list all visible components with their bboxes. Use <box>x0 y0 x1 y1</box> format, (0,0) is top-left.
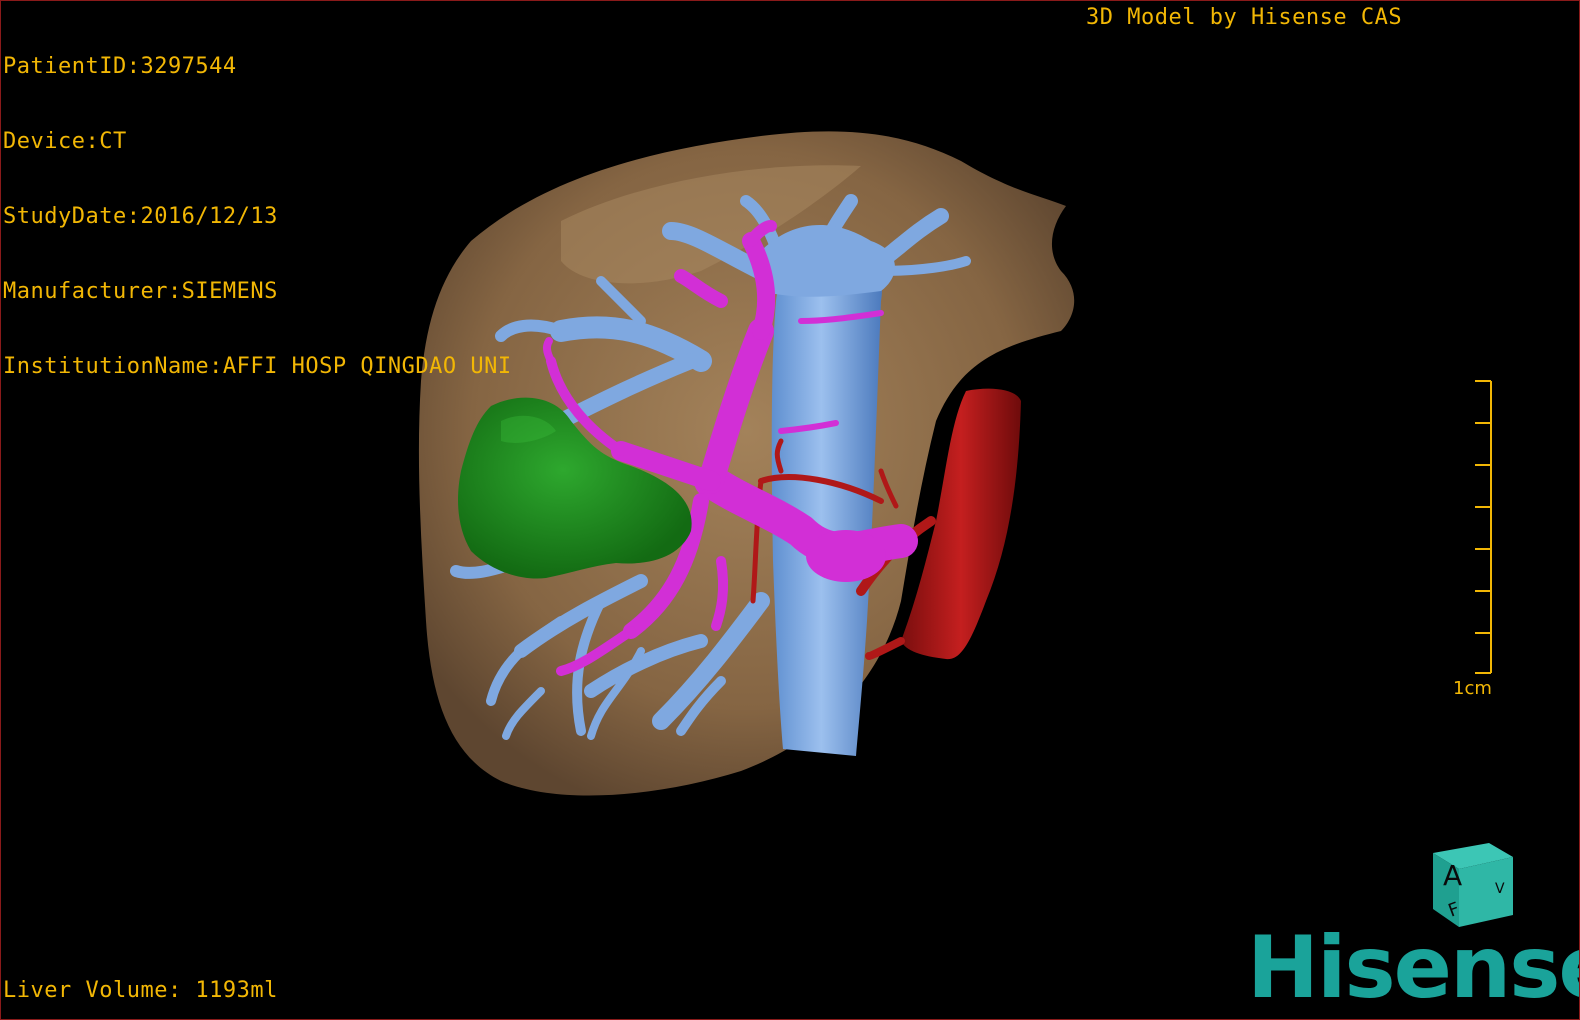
hisense-logo: Hisense <box>1247 918 1580 1018</box>
cube-side-label: V <box>1495 881 1505 897</box>
study-date-text: StudyDate:2016/12/13 <box>3 204 278 229</box>
inferior-vena-cava <box>771 249 882 756</box>
dicom-info-block: PatientID:3297544 Device:CT StudyDate:20… <box>3 4 512 429</box>
portal-vein-confluence <box>806 530 886 582</box>
scale-bar <box>1475 380 1492 674</box>
3d-viewport[interactable]: PatientID:3297544 Device:CT StudyDate:20… <box>0 0 1580 1020</box>
scale-bar-label: 1cm <box>1453 678 1492 699</box>
manufacturer-text: Manufacturer:SIEMENS <box>3 279 278 304</box>
institution-text: InstitutionName:AFFI HOSP QINGDAO UNI <box>3 354 512 379</box>
cube-side-face <box>1459 857 1513 927</box>
model-credit-text: 3D Model by Hisense CAS <box>1086 5 1403 30</box>
patient-id-text: PatientID:3297544 <box>3 54 237 79</box>
cube-front-label: A <box>1443 859 1462 892</box>
device-text: Device:CT <box>3 129 127 154</box>
liver-volume-text: Liver Volume: 1193ml <box>3 978 278 1003</box>
